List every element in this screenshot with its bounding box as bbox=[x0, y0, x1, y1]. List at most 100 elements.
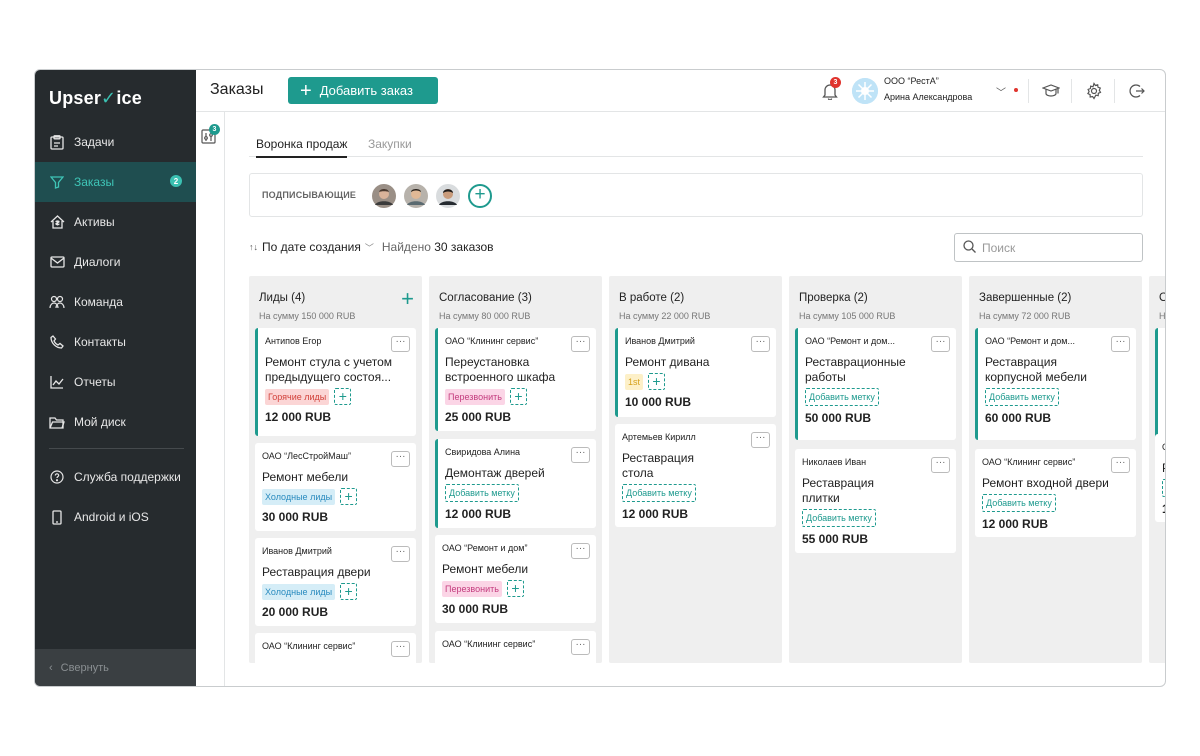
add-label-button[interactable]: Добавить метку bbox=[445, 484, 519, 502]
order-card[interactable]: Николаев Иван ··· Реставрация плитки Доб… bbox=[795, 449, 956, 553]
more-icon[interactable]: ··· bbox=[1111, 457, 1130, 473]
more-icon[interactable]: ··· bbox=[391, 336, 410, 352]
add-tag-button[interactable]: + bbox=[340, 488, 358, 505]
tag-badge[interactable]: 1st bbox=[625, 373, 644, 390]
status-dot bbox=[1014, 88, 1018, 92]
question-icon bbox=[49, 469, 65, 485]
sidebar-item-my-disk[interactable]: Мой диск bbox=[35, 402, 196, 442]
avatar[interactable] bbox=[404, 184, 428, 208]
more-icon[interactable]: ··· bbox=[571, 543, 590, 559]
add-label-button[interactable]: Добавить метку bbox=[982, 494, 1056, 512]
collapse-sidebar-button[interactable]: ‹ Свернуть bbox=[35, 649, 196, 686]
user-name[interactable]: Арина Александрова bbox=[884, 92, 972, 102]
card-tags: Перезвонить + bbox=[445, 388, 588, 405]
add-label-button[interactable]: Добавить метку bbox=[805, 388, 879, 406]
order-card[interactable]: ОАО “Клининг сервис” ··· Переустановка в… bbox=[435, 328, 596, 431]
order-card[interactable]: Свиридова Алина ··· Демонтаж дверей Доба… bbox=[435, 439, 596, 528]
more-icon[interactable]: ··· bbox=[751, 432, 770, 448]
tag-badge[interactable]: Перезвонить bbox=[445, 388, 505, 405]
org-name[interactable]: ООО “РестА” bbox=[884, 76, 939, 86]
search-input[interactable]: Поиск bbox=[954, 233, 1143, 262]
add-tag-button[interactable]: + bbox=[334, 388, 352, 405]
more-icon[interactable]: ··· bbox=[931, 336, 950, 352]
signers-label: ПОДПИСЫВАЮЩИЕ bbox=[262, 190, 357, 200]
more-icon[interactable]: ··· bbox=[571, 447, 590, 463]
more-icon[interactable]: ··· bbox=[571, 336, 590, 352]
sidebar-item-label: Контакты bbox=[74, 335, 126, 349]
tag-badge[interactable]: Перезвонить bbox=[442, 580, 502, 597]
add-label-button[interactable]: Добавить метку bbox=[622, 484, 696, 502]
add-label-button[interactable]: Д bbox=[1162, 479, 1165, 497]
graduation-cap-icon[interactable] bbox=[1041, 82, 1061, 100]
sidebar-item-tasks[interactable]: Задачи bbox=[35, 122, 196, 162]
order-card[interactable]: ОАО “Клининг сервис” ··· Ремонт входной … bbox=[975, 449, 1136, 537]
more-icon[interactable]: ··· bbox=[391, 451, 410, 467]
order-card[interactable]: Артемьев Кирилл ··· Реставрация стола До… bbox=[615, 424, 776, 527]
add-label-button[interactable]: Добавить метку bbox=[802, 509, 876, 527]
sidebar-item-mobile[interactable]: Android и iOS bbox=[35, 497, 196, 537]
order-card[interactable]: ОАО “Ремонт и дом” ··· Ремонт мебели Пер… bbox=[435, 535, 596, 623]
sidebar-item-contacts[interactable]: Контакты bbox=[35, 322, 196, 362]
order-card[interactable]: Иванов Дмитрий ··· Реставрация двери Хол… bbox=[255, 538, 416, 626]
sidebar-item-orders[interactable]: Заказы 2 bbox=[35, 162, 196, 202]
add-signer-button[interactable]: + bbox=[468, 184, 492, 208]
topbar-divider bbox=[1071, 79, 1072, 103]
order-card[interactable]: Антипов Егор ··· Ремонт стула с учетом п… bbox=[255, 328, 416, 436]
card-client: ОАО “Клининг сервис” bbox=[445, 336, 539, 346]
tag-badge[interactable]: Холодные лиды bbox=[262, 583, 336, 600]
card-title: Ремонт входной двери bbox=[982, 476, 1109, 490]
envelope-icon bbox=[49, 254, 65, 270]
tab-purchases[interactable]: Закупки bbox=[368, 137, 412, 151]
card-title: Реставрационные работы bbox=[805, 355, 906, 384]
order-card[interactable]: ОАО “Клининг сервис” ··· bbox=[435, 631, 596, 663]
avatar[interactable] bbox=[372, 184, 396, 208]
sidebar-item-support[interactable]: Служба поддержки bbox=[35, 457, 196, 497]
more-icon[interactable]: ··· bbox=[1111, 336, 1130, 352]
add-tag-button[interactable]: + bbox=[506, 580, 524, 597]
add-label-button[interactable]: Д bbox=[1165, 373, 1166, 391]
sidebar-item-team[interactable]: Команда bbox=[35, 282, 196, 322]
sort-control[interactable]: ↑↓ По дате создания ﹀ Найдено 30 заказов bbox=[249, 240, 494, 254]
avatar[interactable] bbox=[436, 184, 460, 208]
add-order-button[interactable]: + Добавить заказ bbox=[288, 77, 438, 104]
add-tag-button[interactable]: + bbox=[509, 388, 527, 405]
order-card[interactable]: Иванов Дмитрий ··· Ремонт дивана 1st + 10… bbox=[615, 328, 776, 417]
tag-badge[interactable]: Холодные лиды bbox=[262, 488, 336, 505]
more-icon[interactable]: ··· bbox=[931, 457, 950, 473]
order-card[interactable]: О Р Д 1 bbox=[1155, 328, 1166, 440]
add-label-button[interactable]: Добавить метку bbox=[985, 388, 1059, 406]
card-tags: Добавить метку bbox=[982, 494, 1128, 512]
order-card[interactable]: ОАО “Клининг сервис” ··· bbox=[255, 633, 416, 663]
sidebar-item-reports[interactable]: Отчеты bbox=[35, 362, 196, 402]
app-logo[interactable]: Upser✓ice bbox=[49, 88, 142, 109]
tab-sales-funnel[interactable]: Воронка продаж bbox=[256, 137, 348, 158]
sidebar-item-label: Отчеты bbox=[74, 375, 116, 389]
more-icon[interactable]: ··· bbox=[391, 641, 410, 657]
more-icon[interactable]: ··· bbox=[571, 639, 590, 655]
kanban-column: В работе (2) На сумму 22 000 RUB Иванов … bbox=[609, 276, 782, 663]
add-card-button[interactable]: + bbox=[401, 286, 414, 312]
collapse-label: Свернуть bbox=[60, 661, 109, 674]
filter-panel: 3 bbox=[196, 112, 225, 686]
column-sum: На сумму 72 000 RUB bbox=[979, 311, 1071, 321]
card-tags: 1st + bbox=[625, 373, 768, 390]
order-card[interactable]: ОАО “Ремонт и дом... ··· Реставрационные… bbox=[795, 328, 956, 440]
logout-icon[interactable] bbox=[1128, 82, 1146, 100]
order-card[interactable]: ОАО “ЛесСтройМаш” ··· Ремонт мебели Холо… bbox=[255, 443, 416, 531]
order-card[interactable]: О Р Д 1 bbox=[1155, 434, 1165, 522]
gear-icon[interactable] bbox=[1085, 82, 1103, 100]
card-price: 12 000 RUB bbox=[622, 507, 689, 521]
more-icon[interactable]: ··· bbox=[391, 546, 410, 562]
tag-badge[interactable]: Горячие лиды bbox=[265, 388, 330, 405]
chevron-down-icon: ﹀ bbox=[364, 242, 374, 253]
sidebar-item-label: Android и iOS bbox=[74, 510, 149, 524]
sidebar-item-assets[interactable]: Активы bbox=[35, 202, 196, 242]
more-icon[interactable]: ··· bbox=[751, 336, 770, 352]
chevron-down-icon[interactable]: ﹀ bbox=[996, 84, 1006, 99]
kanban-board: Лиды (4) На сумму 150 000 RUB + Антипов … bbox=[249, 276, 1166, 663]
order-card[interactable]: ОАО “Ремонт и дом... ··· Реставрация кор… bbox=[975, 328, 1136, 440]
sidebar-item-dialogs[interactable]: Диалоги bbox=[35, 242, 196, 282]
add-tag-button[interactable]: + bbox=[648, 373, 666, 390]
org-logo[interactable] bbox=[852, 78, 878, 104]
add-tag-button[interactable]: + bbox=[340, 583, 358, 600]
